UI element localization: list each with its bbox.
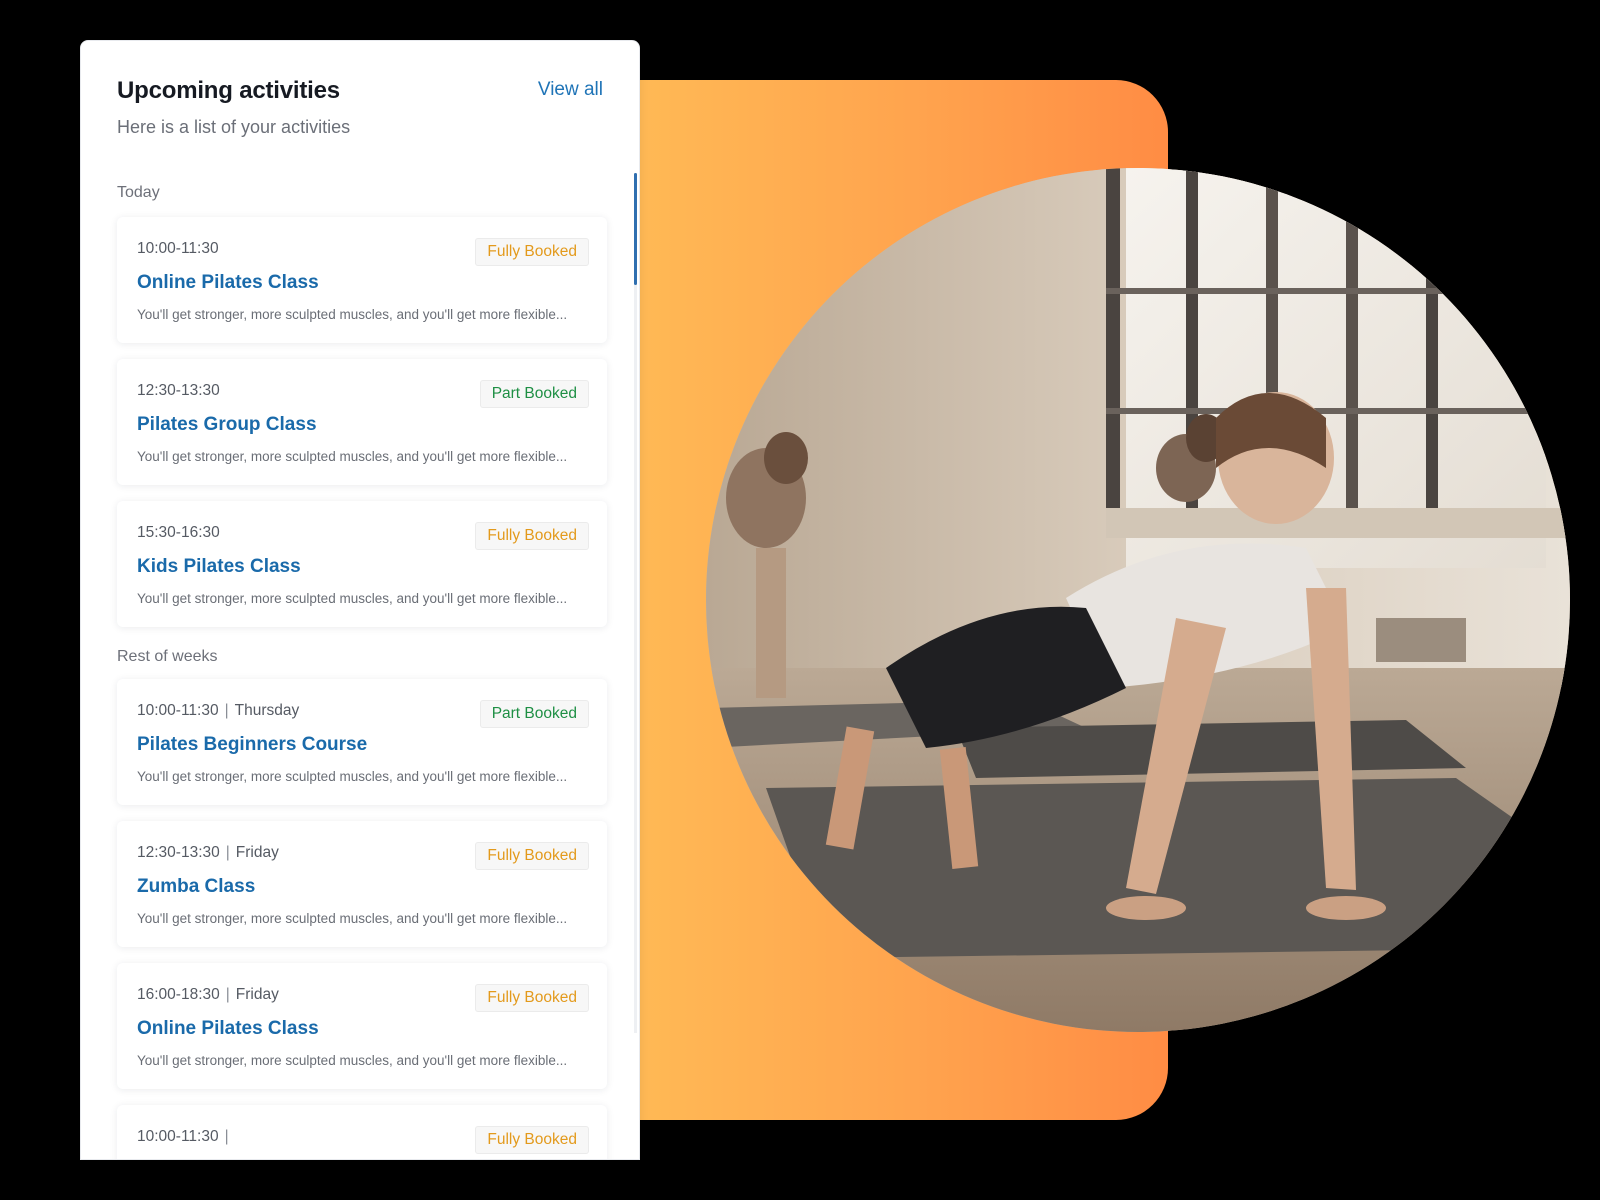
activity-card[interactable]: 10:00-11:30 | Thursday Pilates Beginners C… — [117, 679, 607, 805]
activity-description: You'll get stronger, more sculpted muscl… — [137, 307, 568, 322]
time-separator: | — [224, 702, 229, 719]
activities-panel: Upcoming activities Here is a list of yo… — [80, 40, 640, 1160]
status-badge: Fully Booked — [475, 984, 589, 1012]
activity-day: Friday — [235, 986, 279, 1003]
activity-day: Thursday — [234, 702, 300, 719]
activity-title[interactable]: Pilates Group Class — [137, 413, 587, 437]
activity-title[interactable]: Pilates Beginners Course — [137, 733, 587, 757]
panel-subtitle: Here is a list of your activities — [117, 117, 351, 137]
activity-card[interactable]: 12:30-13:30 | Friday Zumba Class You'll ge… — [117, 821, 607, 947]
panel-header: Upcoming activities Here is a list of yo… — [117, 77, 603, 138]
activity-title[interactable]: Online Pilates Class — [137, 1017, 587, 1041]
section-label-rest-of-weeks: Rest of weeks — [117, 648, 218, 665]
pilates-photo-illustration — [706, 168, 1570, 1032]
status-badge: Fully Booked — [475, 842, 589, 870]
activity-card[interactable]: 10:00-11:30 | Fully Booked — [117, 1105, 607, 1160]
activity-title[interactable]: Zumba Class — [137, 875, 587, 899]
time-separator: | — [224, 1128, 229, 1145]
activity-description: You'll get stronger, more sculpted muscl… — [137, 449, 568, 464]
status-badge: Fully Booked — [475, 238, 589, 266]
status-badge: Part Booked — [479, 700, 589, 728]
activity-time: 16:00-18:30 — [137, 986, 220, 1003]
status-badge: Part Booked — [479, 380, 589, 408]
time-separator: | — [225, 844, 230, 861]
activity-title[interactable]: Kids Pilates Class — [137, 555, 587, 579]
pilates-photo — [706, 168, 1570, 1032]
time-separator: | — [225, 986, 230, 1003]
section-label-today: Today — [117, 184, 160, 201]
stage: Upcoming activities Here is a list of yo… — [0, 0, 1600, 1200]
panel-title: Upcoming activities — [117, 77, 340, 104]
activity-title[interactable]: Online Pilates Class — [137, 271, 587, 295]
activity-time: 10:00-11:30 — [137, 1128, 219, 1145]
activity-card[interactable]: 15:30-16:30 Kids Pilates Class You'll ge… — [117, 501, 607, 627]
activity-description: You'll get stronger, more sculpted muscl… — [137, 1053, 568, 1068]
status-badge: Fully Booked — [475, 522, 589, 550]
activity-day: Friday — [235, 844, 279, 861]
activity-description: You'll get stronger, more sculpted muscl… — [137, 769, 568, 784]
activity-list: Today 10:00-11:30 Online Pilates Class Y… — [117, 183, 607, 1160]
view-all-link[interactable]: View all — [538, 79, 603, 101]
activity-time: 12:30-13:30 — [137, 844, 220, 861]
activity-card[interactable]: 10:00-11:30 Online Pilates Class You'll … — [117, 217, 607, 343]
activity-time: 10:00-11:30 — [137, 702, 219, 719]
scrollbar-track[interactable] — [634, 173, 637, 1033]
status-badge: Fully Booked — [475, 1126, 589, 1154]
activity-description: You'll get stronger, more sculpted muscl… — [137, 591, 568, 606]
activity-description: You'll get stronger, more sculpted muscl… — [137, 911, 568, 926]
activity-title[interactable] — [137, 1159, 587, 1160]
scrollbar-thumb[interactable] — [634, 173, 637, 285]
activity-card[interactable]: 12:30-13:30 Pilates Group Class You'll g… — [117, 359, 607, 485]
activity-card[interactable]: 16:00-18:30 | Friday Online Pilates Class … — [117, 963, 607, 1089]
